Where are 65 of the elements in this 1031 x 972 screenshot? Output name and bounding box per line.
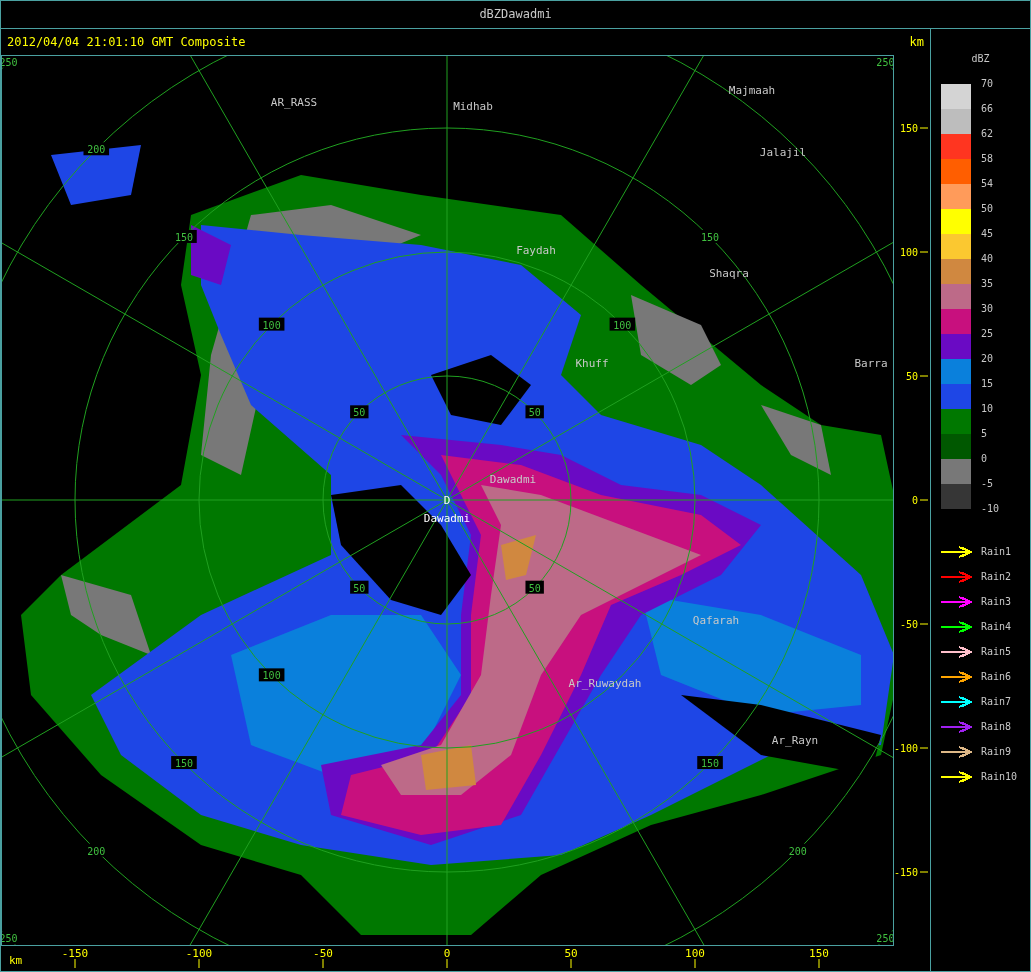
scale-value: 70 xyxy=(981,77,995,91)
axis-tick: 0 xyxy=(443,947,451,969)
axis-tick: 50 xyxy=(905,371,929,382)
timestamp-label: 2012/04/04 21:01:10 GMT Composite xyxy=(7,35,246,49)
track-label: Rain7 xyxy=(981,696,1012,707)
place-label: Khuff xyxy=(575,357,609,370)
site-marker: D xyxy=(443,494,451,507)
track-label: Rain9 xyxy=(981,746,1012,757)
scale-value: 45 xyxy=(981,227,995,241)
axis-tick: 50 xyxy=(564,947,578,969)
place-label: Faydah xyxy=(516,244,556,257)
scale-value: 15 xyxy=(981,377,995,391)
scale-value: 20 xyxy=(981,352,995,366)
axis-tick: 0 xyxy=(911,495,929,506)
axis-unit-label: km xyxy=(9,954,23,967)
place-label: Barra xyxy=(854,357,888,370)
range-label: 150 xyxy=(171,756,197,770)
scale-value: 62 xyxy=(981,127,995,141)
scale-value: 30 xyxy=(981,302,995,316)
axis-tick: 150 xyxy=(899,123,929,134)
scale-value: 0 xyxy=(981,452,989,466)
axis-tick: -50 xyxy=(899,619,929,630)
axis-tick: -150 xyxy=(61,947,89,969)
track-label: Rain10 xyxy=(981,771,1018,782)
range-label: 200 xyxy=(83,142,110,156)
place-label: Qafarah xyxy=(692,614,740,627)
place-label: Ar_Rayn xyxy=(771,734,819,747)
scale-value: 10 xyxy=(981,402,995,416)
axis-tick: 100 xyxy=(685,947,705,969)
scale-value: -10 xyxy=(981,502,1000,516)
place-label: Midhab xyxy=(453,100,493,113)
range-label: 100 xyxy=(258,668,285,682)
scale-value: 40 xyxy=(981,252,995,266)
track-label: Rain6 xyxy=(981,671,1012,682)
scale-value: 35 xyxy=(981,277,995,291)
place-label: Dawadmi xyxy=(489,473,537,486)
track-label: Rain2 xyxy=(981,571,1012,582)
scale-value: -5 xyxy=(981,477,995,491)
scale-value: 25 xyxy=(981,327,995,341)
place-label: Majmaah xyxy=(728,84,776,97)
axis-tick: 100 xyxy=(899,247,929,258)
scale-value: 66 xyxy=(981,102,995,116)
range-label: 50 xyxy=(350,405,369,419)
axis-tick: -100 xyxy=(893,743,929,754)
axis-tick: -100 xyxy=(185,947,213,969)
scale-value: 5 xyxy=(981,427,989,441)
track-label: Rain4 xyxy=(981,621,1012,632)
range-label: 50 xyxy=(525,405,544,419)
unit-label: km xyxy=(909,35,924,49)
place-label: AR_RASS xyxy=(270,96,318,109)
track-label: Rain1 xyxy=(981,546,1012,557)
track-label: Rain8 xyxy=(981,721,1012,732)
axis-tick: 150 xyxy=(809,947,829,969)
track-label: Rain5 xyxy=(981,646,1012,657)
axis-tick: -150 xyxy=(893,867,929,878)
place-label: Jalajil xyxy=(759,146,807,159)
scale-value: 50 xyxy=(981,202,995,216)
range-label: 150 xyxy=(697,756,723,770)
place-label: Shaqra xyxy=(709,267,749,280)
window-title: dBZDawadmi xyxy=(1,1,1030,29)
scale-value: 54 xyxy=(981,177,995,191)
scale-value: 58 xyxy=(981,152,995,166)
legend-title: dBZ xyxy=(970,53,991,64)
axis-tick: -50 xyxy=(313,947,333,969)
track-label: Rain3 xyxy=(981,596,1012,607)
